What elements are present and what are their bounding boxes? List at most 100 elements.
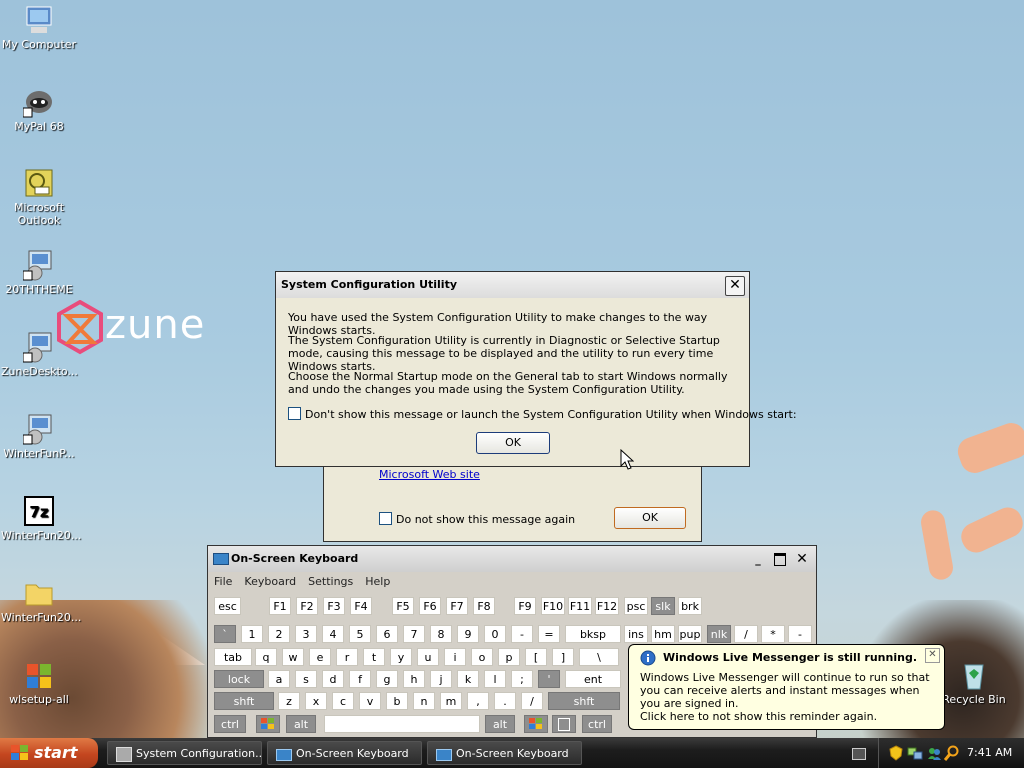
start-button[interactable]: start: [0, 738, 98, 768]
background-dialog-ok-button[interactable]: OK: [614, 507, 686, 529]
key-1[interactable]: 1: [241, 625, 263, 643]
key-psc[interactable]: psc: [624, 597, 648, 615]
key-d[interactable]: d: [322, 670, 344, 688]
key-c[interactable]: c: [332, 692, 354, 710]
minimize-button[interactable]: _: [750, 551, 766, 567]
background-dialog-checkbox-row[interactable]: Do not show this message again: [379, 512, 575, 526]
key-[interactable]: *: [761, 625, 785, 643]
key-lock[interactable]: lock: [214, 670, 264, 688]
msconfig-checkbox-row[interactable]: Don't show this message or launch the Sy…: [288, 407, 797, 421]
desktop-icon-20ththeme[interactable]: 20THTHEME: [1, 249, 77, 296]
key-bksp[interactable]: bksp: [565, 625, 621, 643]
key-s[interactable]: s: [295, 670, 317, 688]
key-tab[interactable]: tab: [214, 648, 252, 666]
msconfig-close-button[interactable]: ✕: [725, 276, 745, 296]
key-g[interactable]: g: [376, 670, 398, 688]
balloon-footer-link[interactable]: Click here to not show this reminder aga…: [640, 710, 877, 723]
key-8[interactable]: 8: [430, 625, 452, 643]
messenger-icon[interactable]: [926, 745, 942, 761]
desktop-icon-zunedesktop[interactable]: ZuneDeskto...: [1, 331, 78, 378]
key-hm[interactable]: hm: [651, 625, 675, 643]
key-alt[interactable]: alt: [286, 715, 316, 733]
desktop-icon-winterfun-7z[interactable]: 7z WinterFun20...: [1, 495, 81, 542]
key-[interactable]: \: [579, 648, 619, 666]
key-5[interactable]: 5: [349, 625, 371, 643]
key-[interactable]: `: [214, 625, 236, 643]
osk-title-bar[interactable]: On-Screen Keyboard _ ✕: [208, 546, 816, 572]
key-F2[interactable]: F2: [296, 597, 318, 615]
key-0[interactable]: 0: [484, 625, 506, 643]
desktop-icon-recycle-bin[interactable]: Recycle Bin: [936, 659, 1012, 706]
key-[interactable]: -: [511, 625, 533, 643]
key-[interactable]: [: [525, 648, 547, 666]
network-icon[interactable]: [907, 745, 923, 761]
menu-keyboard[interactable]: Keyboard: [238, 573, 302, 588]
key-r[interactable]: r: [336, 648, 358, 666]
key-u[interactable]: u: [417, 648, 439, 666]
key-7[interactable]: 7: [403, 625, 425, 643]
key-[interactable]: ;: [511, 670, 533, 688]
taskbar-button-system-configuration[interactable]: System Configuration...: [107, 741, 262, 765]
key-F4[interactable]: F4: [350, 597, 372, 615]
key-ins[interactable]: ins: [624, 625, 648, 643]
key-pup[interactable]: pup: [678, 625, 702, 643]
key-o[interactable]: o: [471, 648, 493, 666]
key-3[interactable]: 3: [295, 625, 317, 643]
key-[interactable]: /: [734, 625, 758, 643]
key-a[interactable]: a: [268, 670, 290, 688]
key-y[interactable]: y: [390, 648, 412, 666]
desktop-icon-winterfunp[interactable]: WinterFunP...: [1, 413, 77, 460]
key-space[interactable]: [324, 715, 480, 733]
desktop-icon-outlook[interactable]: Microsoft Outlook: [1, 167, 77, 227]
msconfig-ok-button[interactable]: OK: [476, 432, 550, 454]
key-brk[interactable]: brk: [678, 597, 702, 615]
key-ctrl[interactable]: ctrl: [582, 715, 612, 733]
menu-settings[interactable]: Settings: [302, 573, 359, 588]
key-b[interactable]: b: [386, 692, 408, 710]
desktop-icon-mypal[interactable]: MyPal 68: [1, 86, 77, 133]
key-n[interactable]: n: [413, 692, 435, 710]
key-m[interactable]: m: [440, 692, 462, 710]
key-slk[interactable]: slk: [651, 597, 675, 615]
key-windows-left[interactable]: [256, 715, 280, 733]
msconfig-title-bar[interactable]: System Configuration Utility: [276, 272, 749, 298]
maximize-button[interactable]: [772, 551, 788, 567]
desktop-icon-winterfun-folder[interactable]: WinterFun20...: [1, 577, 81, 624]
clock[interactable]: 7:41 AM: [967, 738, 1012, 768]
key-F11[interactable]: F11: [568, 597, 592, 615]
language-bar-keyboard-icon[interactable]: [852, 748, 866, 760]
microsoft-web-site-link[interactable]: Microsoft Web site: [379, 468, 480, 481]
key-e[interactable]: e: [309, 648, 331, 666]
key-q[interactable]: q: [255, 648, 277, 666]
key-ctrl[interactable]: ctrl: [214, 715, 246, 733]
osk-close-button[interactable]: ✕: [793, 550, 811, 568]
search-icon[interactable]: [944, 745, 960, 761]
do-not-show-checkbox[interactable]: [379, 512, 392, 525]
key-2[interactable]: 2: [268, 625, 290, 643]
key-4[interactable]: 4: [322, 625, 344, 643]
key-k[interactable]: k: [457, 670, 479, 688]
key-windows-right[interactable]: [524, 715, 548, 733]
key-[interactable]: =: [538, 625, 560, 643]
key-esc[interactable]: esc: [214, 597, 241, 615]
key-F5[interactable]: F5: [392, 597, 414, 615]
key-F7[interactable]: F7: [446, 597, 468, 615]
taskbar-button-osk-2[interactable]: On-Screen Keyboard: [427, 741, 582, 765]
balloon-close-button[interactable]: ✕: [925, 648, 940, 663]
key-F6[interactable]: F6: [419, 597, 441, 615]
key-h[interactable]: h: [403, 670, 425, 688]
messenger-notification-balloon[interactable]: Windows Live Messenger is still running.…: [628, 644, 945, 730]
key-F3[interactable]: F3: [323, 597, 345, 615]
key-x[interactable]: x: [305, 692, 327, 710]
key-6[interactable]: 6: [376, 625, 398, 643]
taskbar-button-osk-1[interactable]: On-Screen Keyboard: [267, 741, 422, 765]
key-z[interactable]: z: [278, 692, 300, 710]
key-[interactable]: .: [494, 692, 516, 710]
key-i[interactable]: i: [444, 648, 466, 666]
menu-help[interactable]: Help: [359, 573, 396, 588]
security-shield-icon[interactable]: [889, 745, 903, 761]
desktop-icon-my-computer[interactable]: My Computer: [1, 4, 77, 51]
key-[interactable]: ]: [552, 648, 574, 666]
key-shft[interactable]: shft: [214, 692, 274, 710]
key-F10[interactable]: F10: [541, 597, 565, 615]
